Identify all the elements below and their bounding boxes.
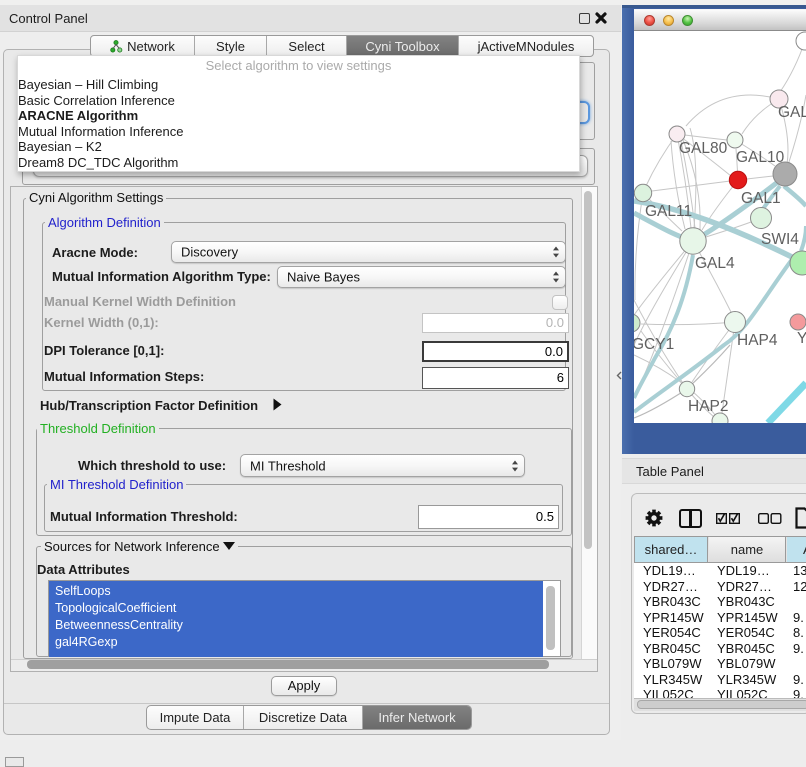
- svg-text:GAL4: GAL4: [695, 255, 735, 272]
- svg-text:GAL11: GAL11: [645, 203, 692, 220]
- svg-text:SWI4: SWI4: [761, 231, 799, 248]
- svg-text:GAL1: GAL1: [741, 190, 781, 207]
- svg-text:GAL80: GAL80: [679, 140, 728, 157]
- svg-text:Y: Y: [797, 330, 806, 347]
- svg-text:HAP2: HAP2: [688, 398, 729, 415]
- svg-text:GAL7: GAL7: [778, 104, 806, 121]
- svg-text:HAP4: HAP4: [737, 332, 778, 349]
- svg-text:GCY1: GCY1: [634, 336, 674, 353]
- svg-text:GAL10: GAL10: [736, 149, 785, 166]
